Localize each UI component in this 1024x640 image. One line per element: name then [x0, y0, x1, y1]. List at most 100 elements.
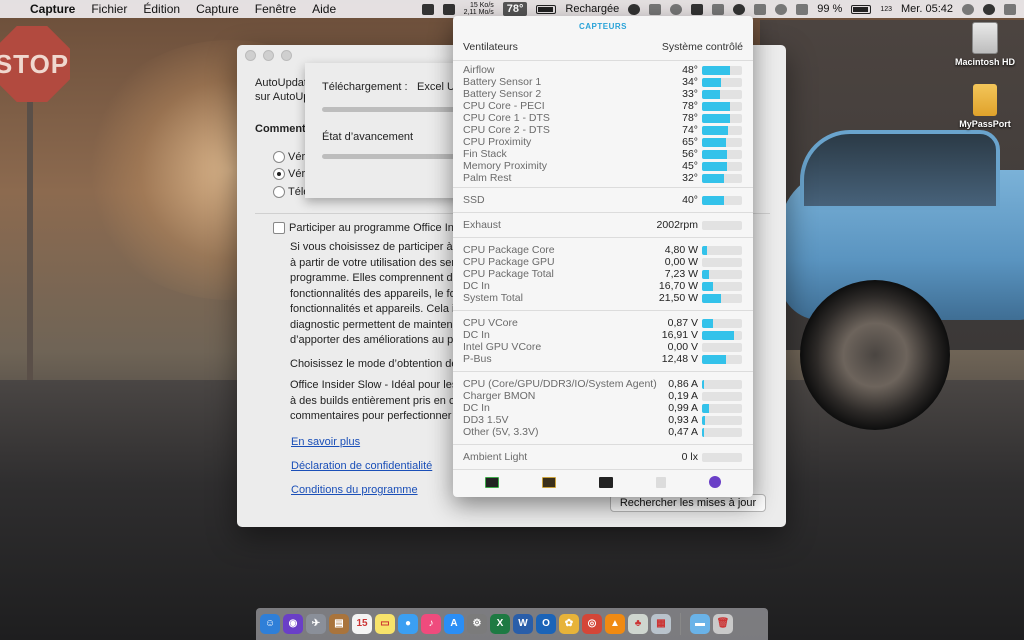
menu-fenetre[interactable]: Fenêtre	[247, 2, 304, 16]
folder-icon[interactable]: ▬	[690, 614, 710, 634]
outlook-icon[interactable]: O	[536, 614, 556, 634]
fans-header[interactable]: Ventilateurs Système contrôlé	[453, 38, 753, 56]
siri-menu-icon[interactable]	[983, 3, 995, 15]
spotlight-icon[interactable]	[962, 3, 974, 15]
app-menu[interactable]: Capture	[22, 2, 83, 16]
notification-center-icon[interactable]	[1004, 3, 1016, 15]
battery-status[interactable]: Rechargée	[565, 3, 619, 15]
sensor-row[interactable]: SSD 40°	[453, 194, 753, 206]
zoom-window-button[interactable]	[281, 49, 292, 61]
menu-edition[interactable]: Édition	[135, 2, 188, 16]
sensor-row[interactable]: CPU VCore 0,87 V	[453, 317, 753, 329]
sync-icon[interactable]	[670, 3, 683, 15]
sensor-row[interactable]: DD3 1.5V 0,93 A	[453, 414, 753, 426]
siri-icon[interactable]: ◉	[283, 614, 303, 634]
sensor-row[interactable]: Battery Sensor 2 33°	[453, 88, 753, 100]
radio-option-1[interactable]	[273, 151, 285, 163]
sensor-row[interactable]: Charger BMON 0,19 A	[453, 390, 753, 402]
sensor-level-bar	[702, 150, 742, 159]
preview-icon[interactable]: ▦	[651, 614, 671, 634]
calendar-icon[interactable]: 15	[352, 614, 372, 634]
time-machine-icon[interactable]	[733, 3, 746, 15]
sensor-row[interactable]: Airflow 48°	[453, 64, 753, 76]
bluetooth-icon[interactable]	[754, 3, 767, 15]
sensor-row[interactable]: DC In 16,91 V	[453, 329, 753, 341]
battery-level-icon[interactable]	[851, 4, 872, 14]
cloud-upload-icon[interactable]	[628, 3, 641, 15]
vlc-menu-icon[interactable]	[649, 3, 662, 15]
insider-checkbox[interactable]	[273, 222, 285, 234]
sensor-row[interactable]: Ambient Light 0 lx	[453, 451, 753, 463]
sensor-row[interactable]: Palm Rest 32°	[453, 172, 753, 184]
sensor-row[interactable]: Exhaust 2002rpm	[453, 219, 753, 231]
menu-fichier[interactable]: Fichier	[83, 2, 135, 16]
sensor-row[interactable]: Fin Stack 56°	[453, 148, 753, 160]
learn-more-link[interactable]: En savoir plus	[291, 436, 360, 448]
word-icon[interactable]: W	[513, 614, 533, 634]
itunes-icon[interactable]: ♪	[421, 614, 441, 634]
trash-icon[interactable]: 🗑	[713, 614, 733, 634]
sensor-name: Exhaust	[463, 219, 501, 231]
launchpad-icon[interactable]: ✈	[306, 614, 326, 634]
clock[interactable]: Mer. 05:42	[901, 3, 953, 15]
sensor-row[interactable]: Memory Proximity 45°	[453, 160, 753, 172]
program-terms-link[interactable]: Conditions du programme	[291, 484, 418, 496]
sensor-row[interactable]: CPU Package GPU 0,00 W	[453, 256, 753, 268]
settings-icon[interactable]	[709, 476, 722, 488]
notes-brown-icon[interactable]: ▤	[329, 614, 349, 634]
sensor-row[interactable]: System Total 21,50 W	[453, 292, 753, 304]
menu-aide[interactable]: Aide	[304, 2, 344, 16]
sensor-row[interactable]: DC In 16,70 W	[453, 280, 753, 292]
cpu-meter-icon[interactable]	[421, 3, 434, 15]
archive-icon[interactable]: ♣	[628, 614, 648, 634]
sensor-row[interactable]: DC In 0,99 A	[453, 402, 753, 414]
insider-description-line: fonctionnalités et appareils. Cela i	[290, 303, 455, 315]
minimize-window-button[interactable]	[263, 49, 274, 61]
menu-capture[interactable]: Capture	[188, 2, 247, 16]
sensor-name: Intel GPU VCore	[463, 341, 542, 353]
terminal-icon[interactable]	[598, 476, 613, 488]
network-speed[interactable]: 15 Ko/s 2,11 Mo/s	[464, 2, 494, 16]
sensor-row[interactable]: CPU Core 2 - DTS 74°	[453, 124, 753, 136]
radio-option-2[interactable]	[273, 168, 285, 180]
sensor-row[interactable]: CPU Core - PECI 78°	[453, 100, 753, 112]
sensor-row[interactable]: Other (5V, 3.3V) 0,47 A	[453, 426, 753, 438]
clipboard-icon[interactable]	[712, 3, 725, 15]
malwarebytes-icon[interactable]	[691, 3, 704, 15]
privacy-statement-link[interactable]: Déclaration de confidentialité	[291, 460, 432, 472]
sensor-row[interactable]: Battery Sensor 1 34°	[453, 76, 753, 88]
chrome-icon[interactable]: ◎	[582, 614, 602, 634]
temperature-badge[interactable]: 78°	[502, 2, 528, 16]
close-window-button[interactable]	[245, 49, 256, 61]
app-store-icon[interactable]: A	[444, 614, 464, 634]
battery-percent[interactable]: 99 %	[817, 3, 842, 15]
desktop-icon-mypassport[interactable]: MyPassPort	[950, 84, 1020, 129]
activity-monitor-icon[interactable]	[484, 476, 499, 488]
sensor-row[interactable]: Intel GPU VCore 0,00 V	[453, 341, 753, 353]
battery-icon[interactable]	[536, 4, 557, 14]
excel-icon[interactable]: X	[490, 614, 510, 634]
sensor-row[interactable]: CPU Core 1 - DTS 78°	[453, 112, 753, 124]
volume-icon[interactable]	[796, 3, 809, 15]
finder-icon[interactable]: ☺	[260, 614, 280, 634]
photos-icon[interactable]: ✿	[559, 614, 579, 634]
stickies-icon[interactable]: ▭	[375, 614, 395, 634]
desktop-icon-macintosh-hd[interactable]: Macintosh HD	[950, 22, 1020, 67]
sensor-row[interactable]: CPU (Core/GPU/DDR3/IO/System Agent) 0,86 …	[453, 378, 753, 390]
sensor-row[interactable]: P-Bus 12,48 V	[453, 353, 753, 365]
sensor-level-bar	[702, 114, 742, 123]
fans-mode[interactable]: Système contrôlé	[662, 41, 743, 53]
vlc-icon[interactable]: ▲	[605, 614, 625, 634]
messages-icon[interactable]: ●	[398, 614, 418, 634]
memory-meter-icon[interactable]	[442, 3, 455, 15]
wifi-icon[interactable]	[775, 3, 788, 15]
system-prefs-icon[interactable]: ⚙	[467, 614, 487, 634]
sensor-row[interactable]: CPU Package Total 7,23 W	[453, 268, 753, 280]
sensor-row[interactable]: CPU Package Core 4,80 W	[453, 244, 753, 256]
sensor-name: CPU Package GPU	[463, 256, 555, 268]
radio-option-3[interactable]	[273, 186, 285, 198]
input-source-flag-icon[interactable]: 123	[880, 6, 892, 13]
sensor-row[interactable]: CPU Proximity 65°	[453, 136, 753, 148]
battery-app-icon[interactable]	[656, 476, 667, 488]
console-icon[interactable]	[541, 476, 556, 488]
